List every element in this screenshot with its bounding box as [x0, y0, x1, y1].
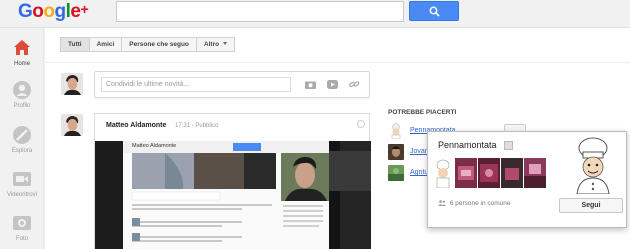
nav-label: Esplora: [11, 148, 33, 154]
embedded-profile-screenshot: [95, 141, 371, 249]
photo-thumbnail[interactable]: [432, 158, 454, 188]
filter-following-button[interactable]: Persone che seguo: [122, 37, 197, 52]
post-options-toggle[interactable]: [357, 120, 365, 128]
nav-item-profile[interactable]: Profilo: [0, 80, 44, 109]
suggestion-avatar-image: [388, 144, 404, 160]
add-circle-icon[interactable]: [504, 141, 513, 150]
common-contacts-label: 6 persone in comune: [449, 200, 511, 207]
chef-avatar-image: [388, 123, 404, 139]
photo-thumbnail[interactable]: [501, 158, 523, 188]
avatar[interactable]: [61, 73, 83, 95]
hovercard-photo-strip: [432, 158, 546, 188]
divider: [45, 62, 630, 63]
nav-item-hangouts[interactable]: Videoritrovi: [0, 169, 44, 198]
search-input[interactable]: [116, 1, 404, 22]
avatar: [388, 165, 404, 181]
photo-thumbnail[interactable]: [524, 158, 546, 188]
search-button[interactable]: [409, 1, 459, 21]
nav-item-photos[interactable]: Foto: [0, 213, 44, 242]
hovercard-profile-photo[interactable]: [563, 136, 623, 194]
avatar[interactable]: [61, 114, 83, 136]
post-screenshot-image[interactable]: Matteo Aldamonte: [95, 141, 371, 249]
explore-icon: [13, 126, 31, 144]
nav-item-home[interactable]: Home: [0, 38, 44, 67]
suggestion-name[interactable]: Agntu: [410, 169, 428, 176]
nav-label: Foto: [15, 236, 28, 242]
filter-more-label: Altro: [203, 41, 220, 48]
people-icon: [438, 200, 446, 206]
chevron-down-icon: [223, 42, 228, 45]
user-avatar-image: [61, 114, 83, 136]
post-time[interactable]: 17:31: [175, 123, 190, 129]
suggestions-title: POTREBBE PIACERTI: [388, 109, 457, 116]
post-meta: 17:31 - Pubblico: [175, 123, 218, 129]
post-card: Matteo Aldamonte 17:31 - Pubblico Matteo…: [94, 113, 371, 249]
user-avatar-image: [61, 73, 83, 95]
home-icon: [14, 40, 30, 55]
filter-more-button[interactable]: Altro: [196, 37, 236, 52]
logo-text: Google+: [18, 1, 89, 22]
share-input[interactable]: Condividi le ultime novità...: [101, 77, 291, 92]
camera-icon: [13, 216, 31, 230]
kitchen-photo: [455, 158, 477, 188]
avatar: [388, 144, 404, 160]
common-contacts[interactable]: 6 persone in comune: [438, 200, 511, 207]
search-icon: [429, 6, 440, 17]
nav-label: Profilo: [13, 103, 31, 109]
filter-all-button[interactable]: Tutti: [60, 37, 90, 52]
post-author[interactable]: Matteo Aldamonte: [106, 122, 166, 129]
kitchen-photo: [501, 158, 523, 188]
nav-label: Videoritrovi: [7, 192, 37, 198]
hangout-video-icon: [13, 172, 31, 186]
follow-button[interactable]: Segui: [559, 198, 623, 213]
stream-filters: Tutti Amici Persone che seguo Altro: [60, 37, 236, 52]
photo-thumbnail[interactable]: [455, 158, 477, 188]
profile-hovercard: Pennamontata 6 persone in comune Segui: [427, 131, 627, 228]
link-icon[interactable]: [349, 80, 360, 89]
top-bar: Google+: [0, 0, 630, 28]
suggestion-avatar-image: [388, 165, 404, 181]
left-navigation: Home Profilo Esplora Videoritrovi Foto: [0, 28, 44, 249]
embedded-profile-name: Matteo Aldamonte: [132, 143, 177, 149]
chef-avatar: [388, 123, 404, 139]
share-box: Condividi le ultime novità...: [94, 71, 370, 98]
kitchen-photo: [524, 158, 546, 188]
google-plus-logo[interactable]: Google+: [18, 1, 89, 23]
profile-icon: [13, 81, 31, 99]
kitchen-photo: [478, 158, 500, 188]
chef-avatar-image: [563, 136, 623, 194]
hovercard-name[interactable]: Pennamontata: [438, 140, 497, 150]
filter-friends-button[interactable]: Amici: [89, 37, 123, 52]
post-visibility[interactable]: Pubblico: [195, 123, 218, 129]
chef-avatar-image: [432, 158, 454, 188]
nav-item-explore[interactable]: Esplora: [0, 125, 44, 154]
photo-thumbnail[interactable]: [478, 158, 500, 188]
video-icon[interactable]: [327, 80, 338, 89]
camera-icon[interactable]: [305, 80, 316, 89]
nav-label: Home: [13, 61, 30, 67]
suggestion-name[interactable]: Jovan: [410, 148, 429, 155]
